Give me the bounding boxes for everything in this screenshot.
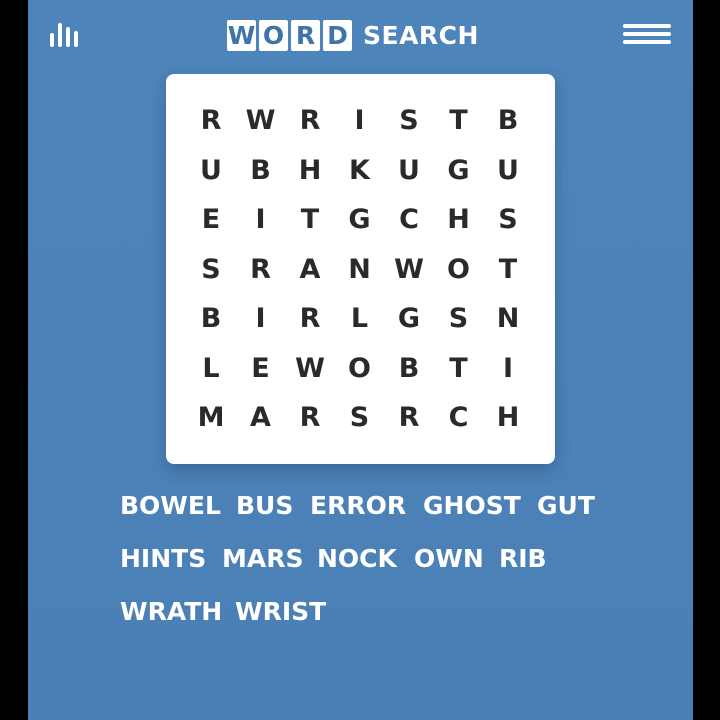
grid-cell[interactable]: B <box>236 151 286 191</box>
grid-cell[interactable]: W <box>285 349 335 389</box>
grid-cell[interactable]: R <box>285 299 335 339</box>
word-list-item: ERROR <box>310 491 407 520</box>
grid-cell[interactable]: A <box>285 250 335 290</box>
grid-cell[interactable]: B <box>186 299 236 339</box>
grid-cell[interactable]: T <box>434 101 484 141</box>
word-list-item: GHOST <box>423 491 521 520</box>
word-list-item: MARS <box>222 544 304 573</box>
grid-cell[interactable]: L <box>335 299 385 339</box>
grid-cell[interactable]: S <box>186 250 236 290</box>
word-list-item: RIB <box>499 544 547 573</box>
grid-cell[interactable]: R <box>384 398 434 438</box>
letter-grid[interactable]: RWRISTBUBHKUGUEITGCHSSRANWOTBIRLGSNLEWOB… <box>166 74 555 464</box>
word-list-item: WRATH <box>120 597 223 626</box>
grid-cell[interactable]: K <box>335 151 385 191</box>
grid-cell[interactable]: S <box>384 101 434 141</box>
grid-cell[interactable]: L <box>186 349 236 389</box>
grid-cell[interactable]: C <box>434 398 484 438</box>
game-logo: W O R D SEARCH <box>227 18 479 52</box>
grid-cell[interactable]: G <box>335 200 385 240</box>
logo-text: SEARCH <box>363 20 479 50</box>
word-list-item: BUS <box>236 491 294 520</box>
grid-cell[interactable]: I <box>483 349 533 389</box>
grid-cell[interactable]: T <box>285 200 335 240</box>
logo-tile: D <box>323 19 352 51</box>
grid-cell[interactable]: R <box>285 101 335 141</box>
grid-cell[interactable]: O <box>434 250 484 290</box>
grid-cell[interactable]: I <box>335 101 385 141</box>
grid-cell[interactable]: B <box>483 101 533 141</box>
grid-cell[interactable]: R <box>236 250 286 290</box>
grid-cell[interactable]: S <box>335 398 385 438</box>
grid-cell[interactable]: U <box>384 151 434 191</box>
word-list-item: NOCK <box>317 544 397 573</box>
stats-bars-icon[interactable] <box>50 21 78 47</box>
grid-cell[interactable]: S <box>483 200 533 240</box>
grid-cell[interactable]: C <box>384 200 434 240</box>
grid-cell[interactable]: I <box>236 299 286 339</box>
word-list-item: WRIST <box>235 597 327 626</box>
grid-cell[interactable]: W <box>236 101 286 141</box>
logo-tile: R <box>291 19 320 51</box>
word-list-item: BOWEL <box>120 491 221 520</box>
game-screen: W O R D SEARCH RWRISTBUBHKUGUEITGCHSSRAN… <box>28 0 693 720</box>
grid-cell[interactable]: H <box>434 200 484 240</box>
hamburger-menu-icon[interactable] <box>623 24 671 46</box>
logo-tile: O <box>259 19 288 51</box>
grid-cell[interactable]: W <box>384 250 434 290</box>
grid-cell[interactable]: U <box>186 151 236 191</box>
word-list-item: GUT <box>537 491 595 520</box>
header: W O R D SEARCH <box>28 0 693 72</box>
grid-cell[interactable]: E <box>236 349 286 389</box>
grid-cell[interactable]: N <box>483 299 533 339</box>
grid-cell[interactable]: U <box>483 151 533 191</box>
grid-cell[interactable]: M <box>186 398 236 438</box>
grid-cell[interactable]: G <box>384 299 434 339</box>
grid-cell[interactable]: R <box>285 398 335 438</box>
grid-cell[interactable]: N <box>335 250 385 290</box>
grid-cell[interactable]: B <box>384 349 434 389</box>
grid-cell[interactable]: I <box>236 200 286 240</box>
word-list-item: HINTS <box>120 544 207 573</box>
grid-cell[interactable]: S <box>434 299 484 339</box>
grid-cell[interactable]: R <box>186 101 236 141</box>
grid-cell[interactable]: G <box>434 151 484 191</box>
grid-cell[interactable]: E <box>186 200 236 240</box>
grid-cell[interactable]: H <box>483 398 533 438</box>
grid-cell[interactable]: A <box>236 398 286 438</box>
grid-cell[interactable]: O <box>335 349 385 389</box>
grid-cell[interactable]: H <box>285 151 335 191</box>
grid-cell[interactable]: T <box>483 250 533 290</box>
word-list-item: OWN <box>414 544 484 573</box>
grid-cell[interactable]: T <box>434 349 484 389</box>
logo-tile: W <box>227 19 256 51</box>
